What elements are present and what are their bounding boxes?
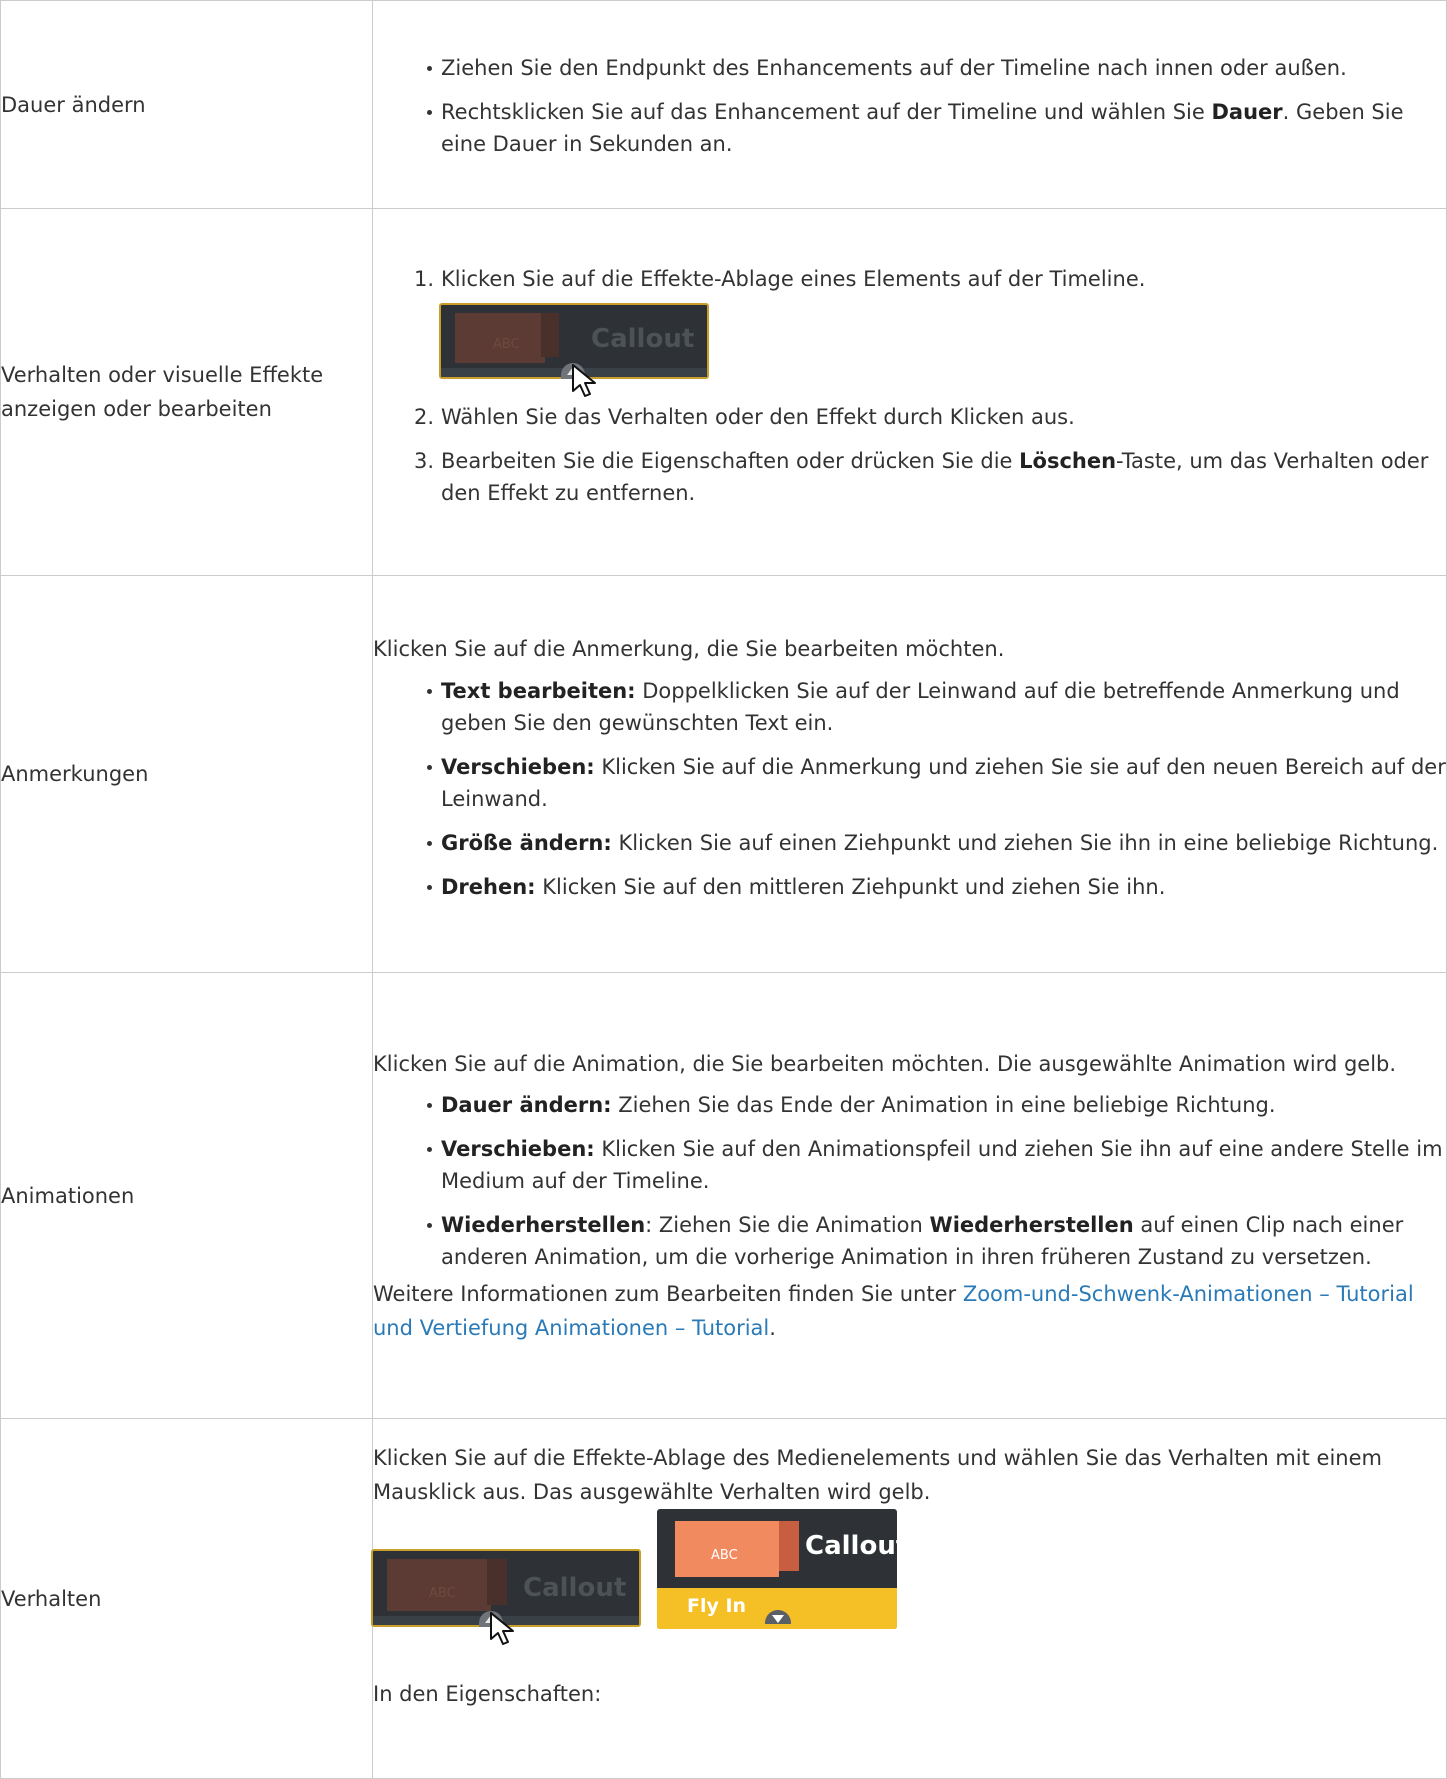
intro-text: Klicken Sie auf die Effekte-Ablage des M…: [373, 1446, 1382, 1504]
row-label: Anmerkungen: [0, 575, 373, 973]
bullet-list: Text bearbeiten: Doppelklicken Sie auf d…: [373, 675, 1446, 903]
list-item: Drehen: Klicken Sie auf den mittleren Zi…: [427, 871, 1446, 903]
row-label: Dauer ändern: [0, 0, 373, 209]
list-item: Text bearbeiten: Doppelklicken Sie auf d…: [427, 675, 1446, 739]
table-row: Animationen Klicken Sie auf die Animatio…: [0, 972, 1447, 1419]
row-content: Klicken Sie auf die Effekte-Ablage des M…: [371, 1418, 1447, 1779]
document-page: Dauer ändern Ziehen Sie den Endpunkt des…: [0, 0, 1447, 1779]
row-content: Ziehen Sie den Endpunkt des Enhancements…: [372, 0, 1447, 209]
row-label: Verhalten: [0, 1418, 373, 1779]
list-item: Rechtsklicken Sie auf das Enhancement au…: [427, 96, 1446, 160]
reference-table: Dauer ändern Ziehen Sie den Endpunkt des…: [0, 0, 1447, 1779]
list-item: 2. Wählen Sie das Verhalten oder den Effe…: [414, 405, 1075, 429]
list-item: Wiederherstellen: Ziehen Sie die Animati…: [427, 1209, 1446, 1273]
mouse-cursor-icon: [572, 364, 596, 397]
intro-text: Klicken Sie auf die Animation, die Sie b…: [373, 1051, 1397, 1076]
table-row: Dauer ändern Ziehen Sie den Endpunkt des…: [0, 0, 1447, 209]
list-item: Verschieben: Klicken Sie auf den Animati…: [427, 1133, 1446, 1197]
selected-behavior-thumbnail: ABC Callout Fly In: [657, 1509, 897, 1629]
table-row: Verhalten Klicken Sie auf die Effekte-Ab…: [0, 1418, 1447, 1779]
list-item: Dauer ändern: Ziehen Sie das Ende der An…: [427, 1089, 1446, 1121]
timeline-clip-thumbnail: ABC Callout: [439, 303, 709, 397]
table-row: Anmerkungen Klicken Sie auf die Anmerkun…: [0, 575, 1447, 973]
intro-text: Klicken Sie auf die Anmerkung, die Sie b…: [373, 637, 1005, 661]
outro-text: Weitere Informationen zum Bearbeiten fin…: [373, 1281, 1414, 1340]
list-item: 1. Klicken Sie auf die Effekte-Ablage ein…: [414, 263, 1446, 397]
bullet-list: Dauer ändern: Ziehen Sie das Ende der An…: [373, 1089, 1446, 1273]
list-item: Verschieben: Klicken Sie auf die Anmerku…: [427, 751, 1446, 815]
table-row: Verhalten oder visuelle Effekte anzeigen…: [0, 208, 1447, 576]
mouse-cursor-icon: [490, 1612, 514, 1645]
numbered-list: 1. Klicken Sie auf die Effekte-Ablage ein…: [373, 263, 1446, 509]
list-item: Größe ändern: Klicken Sie auf einen Zieh…: [427, 827, 1446, 859]
list-item: 3. Bearbeiten Sie die Eigenschaften oder …: [414, 449, 1429, 505]
bullet-list: Ziehen Sie den Endpunkt des Enhancements…: [373, 52, 1446, 160]
row-content: Klicken Sie auf die Anmerkung, die Sie b…: [372, 575, 1447, 973]
row-label: Verhalten oder visuelle Effekte anzeigen…: [0, 208, 373, 576]
outro-text: In den Eigenschaften:: [373, 1682, 602, 1706]
row-content: 1. Klicken Sie auf die Effekte-Ablage ein…: [372, 208, 1447, 576]
thumbnail-row: ABC Callout ABC Callout Fly In: [371, 1509, 1446, 1665]
timeline-clip-thumbnail: ABC Callout: [371, 1549, 641, 1645]
row-content: Klicken Sie auf die Animation, die Sie b…: [372, 972, 1447, 1419]
list-item: Ziehen Sie den Endpunkt des Enhancements…: [427, 52, 1446, 84]
row-label: Animationen: [0, 972, 373, 1419]
